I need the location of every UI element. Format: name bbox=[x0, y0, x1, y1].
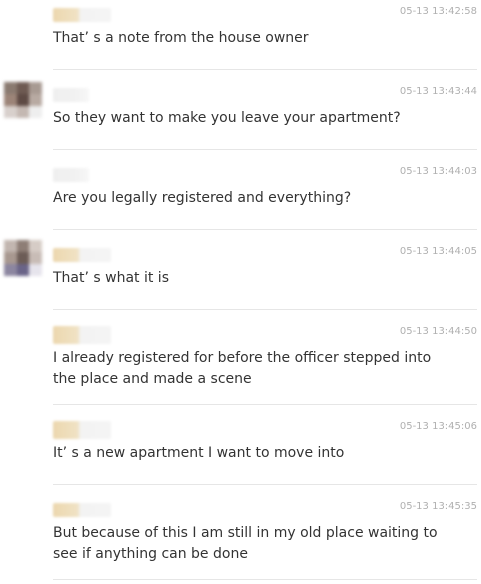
sender-name-blurred bbox=[53, 503, 111, 517]
avatar[interactable] bbox=[4, 240, 42, 276]
message-text[interactable]: That’ s a note from the house owner bbox=[53, 28, 463, 49]
message-divider bbox=[53, 69, 477, 70]
message-text[interactable]: It’ s a new apartment I want to move int… bbox=[53, 443, 463, 464]
message-timestamp: 05-13 13:44:50 bbox=[399, 326, 477, 337]
message-divider bbox=[53, 404, 477, 405]
message-timestamp: 05-13 13:44:03 bbox=[399, 166, 477, 177]
message-divider bbox=[53, 484, 477, 485]
sender-name-blurred bbox=[53, 88, 89, 102]
sender-name-blurred bbox=[53, 8, 111, 22]
sender-name-blurred bbox=[53, 168, 89, 182]
message-text[interactable]: I already registered for before the offi… bbox=[53, 348, 453, 390]
sender-name-blurred bbox=[53, 248, 111, 262]
message-text[interactable]: So they want to make you leave your apar… bbox=[53, 108, 463, 129]
message-timestamp: 05-13 13:44:05 bbox=[399, 246, 477, 257]
message-text[interactable]: But because of this I am still in my old… bbox=[53, 523, 458, 565]
chat-message-list: 05-13 13:42:58 That’ s a note from the h… bbox=[0, 0, 481, 584]
sender-name-blurred bbox=[53, 326, 111, 344]
message-timestamp: 05-13 13:45:35 bbox=[399, 501, 477, 512]
message-divider bbox=[53, 579, 477, 580]
message-timestamp: 05-13 13:43:44 bbox=[399, 86, 477, 97]
avatar[interactable] bbox=[4, 82, 42, 118]
message-divider bbox=[53, 149, 477, 150]
sender-name-blurred bbox=[53, 421, 111, 439]
message-divider bbox=[53, 229, 477, 230]
message-text[interactable]: That’ s what it is bbox=[53, 268, 463, 289]
message-timestamp: 05-13 13:45:06 bbox=[399, 421, 477, 432]
message-text[interactable]: Are you legally registered and everythin… bbox=[53, 188, 463, 209]
message-divider bbox=[53, 309, 477, 310]
message-timestamp: 05-13 13:42:58 bbox=[399, 6, 477, 17]
